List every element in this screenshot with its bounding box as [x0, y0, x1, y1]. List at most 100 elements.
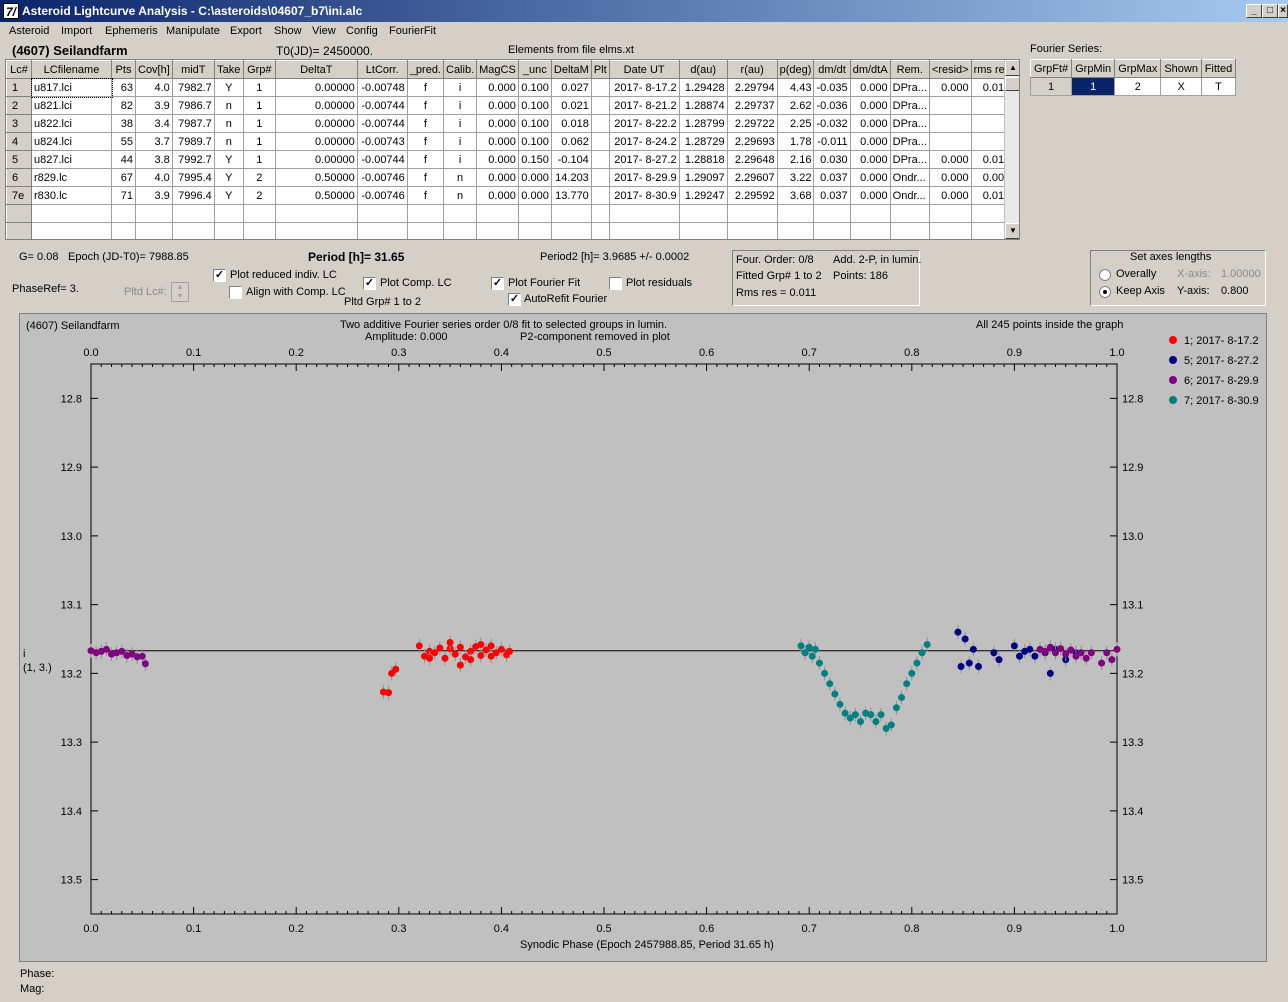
- table-cell[interactable]: [550, 204, 592, 223]
- table-cell[interactable]: 0.000: [476, 96, 519, 115]
- table-cell[interactable]: [928, 204, 972, 223]
- table-cell[interactable]: 0.100: [517, 114, 552, 133]
- table-row[interactable]: 7e r830.lc 71 3.9 7996.4 Y 2 0.50000 -0.00746 f n 0…: [6, 186, 1014, 205]
- table-cell[interactable]: [678, 222, 728, 239]
- table-cell[interactable]: 0.100: [517, 96, 552, 115]
- table-cell[interactable]: [590, 78, 610, 97]
- table-cell[interactable]: -0.00743: [356, 132, 408, 151]
- column-header[interactable]: Lc#: [6, 60, 32, 79]
- table-cell[interactable]: -0.00744: [356, 96, 408, 115]
- table-cell[interactable]: 0.000: [476, 168, 519, 187]
- table-cell[interactable]: [242, 222, 276, 239]
- plot-fourier-checkbox[interactable]: ✓: [491, 277, 504, 290]
- table-cell[interactable]: f: [406, 132, 445, 151]
- column-header[interactable]: Grp#: [242, 60, 276, 79]
- table-cell[interactable]: 2: [242, 186, 276, 205]
- table-cell[interactable]: 2017- 8-22.2: [608, 114, 680, 133]
- table-cell[interactable]: u827.lci: [31, 150, 112, 169]
- table-cell[interactable]: Y: [213, 168, 244, 187]
- menu-show[interactable]: Show: [274, 25, 302, 37]
- table-cell[interactable]: 2017- 8-27.2: [608, 150, 680, 169]
- table-cell[interactable]: 63: [111, 78, 136, 97]
- table-cell[interactable]: 0.000: [849, 114, 891, 133]
- table-cell[interactable]: 1.78: [776, 132, 815, 151]
- x-axis-value[interactable]: 1.00000: [1221, 268, 1261, 280]
- table-cell[interactable]: 1: [242, 114, 276, 133]
- menu-ephemeris[interactable]: Ephemeris: [105, 25, 158, 37]
- table-cell[interactable]: [726, 204, 778, 223]
- scroll-up-icon[interactable]: ▲: [1005, 60, 1019, 76]
- table-cell[interactable]: 7987.7: [171, 114, 215, 133]
- plot-reduced-checkbox[interactable]: ✓: [213, 269, 226, 282]
- table-cell[interactable]: n: [213, 132, 244, 151]
- table-cell[interactable]: 0.50000: [274, 168, 358, 187]
- table-cell[interactable]: 1: [242, 78, 276, 97]
- keep-axis-radio[interactable]: [1099, 286, 1111, 298]
- table-cell[interactable]: [356, 222, 408, 239]
- table-cell[interactable]: 0.037: [813, 168, 851, 187]
- table-cell[interactable]: 2.25: [776, 114, 815, 133]
- table-cell[interactable]: 2017- 8-29.9: [608, 168, 680, 187]
- table-cell[interactable]: 38: [111, 114, 136, 133]
- table-cell[interactable]: Ondr...: [889, 168, 930, 187]
- menu-import[interactable]: Import: [61, 25, 92, 37]
- column-header[interactable]: LtCorr.: [356, 60, 408, 79]
- column-header[interactable]: Take: [213, 60, 244, 79]
- table-cell[interactable]: 7989.7: [171, 132, 215, 151]
- table-cell[interactable]: 0.021: [550, 96, 592, 115]
- table-cell[interactable]: [608, 204, 680, 223]
- table-cell[interactable]: 82: [111, 96, 136, 115]
- table-cell[interactable]: 0.000: [476, 186, 519, 205]
- column-header[interactable]: Pts: [111, 60, 136, 79]
- table-cell[interactable]: 4.0: [135, 78, 173, 97]
- table-cell[interactable]: DPra...: [889, 114, 930, 133]
- table-cell[interactable]: -0.00748: [356, 78, 408, 97]
- table-cell[interactable]: 3.68: [776, 186, 815, 205]
- table-cell[interactable]: u821.lci: [31, 96, 112, 115]
- table-cell[interactable]: 0.000: [849, 150, 891, 169]
- table-cell[interactable]: DPra...: [889, 132, 930, 151]
- column-header[interactable]: LCfilename: [31, 60, 112, 79]
- overally-radio[interactable]: [1099, 269, 1111, 281]
- table-cell[interactable]: [889, 222, 930, 239]
- table-cell[interactable]: [776, 204, 815, 223]
- table-cell[interactable]: 0.062: [550, 132, 592, 151]
- menu-manipulate[interactable]: Manipulate: [166, 25, 220, 37]
- table-row[interactable]: 5 u827.lci 44 3.8 7992.7 Y 1 0.00000 -0.00744 f i 0…: [6, 150, 1014, 169]
- table-cell[interactable]: [406, 222, 445, 239]
- table-cell[interactable]: 2.29607: [726, 168, 778, 187]
- column-header[interactable]: d(au): [678, 60, 728, 79]
- table-cell[interactable]: 3.9: [135, 96, 173, 115]
- menu-asteroid[interactable]: Asteroid: [9, 25, 49, 37]
- table-cell[interactable]: [213, 222, 244, 239]
- column-header[interactable]: DeltaT: [274, 60, 358, 79]
- column-header[interactable]: MagCS: [476, 60, 519, 79]
- table-cell[interactable]: [928, 132, 972, 151]
- table-cell[interactable]: 0.000: [849, 96, 891, 115]
- table-cell[interactable]: [517, 204, 552, 223]
- table-cell[interactable]: f: [406, 96, 445, 115]
- table-cell[interactable]: f: [406, 114, 445, 133]
- table-cell[interactable]: f: [406, 186, 445, 205]
- fourier-cell[interactable]: 2: [1114, 77, 1162, 96]
- fourier-cell[interactable]: 1: [1029, 77, 1073, 96]
- menu-fourierfit[interactable]: FourierFit: [389, 25, 436, 37]
- table-cell[interactable]: [356, 204, 408, 223]
- column-header[interactable]: dm/dt: [813, 60, 851, 79]
- table-cell[interactable]: 3.4: [135, 114, 173, 133]
- table-cell[interactable]: [171, 222, 215, 239]
- row-header[interactable]: 2: [6, 96, 32, 115]
- table-cell[interactable]: 0.037: [813, 186, 851, 205]
- table-cell[interactable]: 0.018: [550, 114, 592, 133]
- table-cell[interactable]: Y: [213, 186, 244, 205]
- row-header[interactable]: [6, 204, 32, 223]
- table-row[interactable]: [6, 222, 1014, 239]
- table-cell[interactable]: [476, 204, 519, 223]
- table-cell[interactable]: f: [406, 168, 445, 187]
- table-cell[interactable]: 2017- 8-21.2: [608, 96, 680, 115]
- table-cell[interactable]: 0.000: [517, 186, 552, 205]
- table-cell[interactable]: -0.032: [813, 114, 851, 133]
- row-header[interactable]: 7e: [6, 186, 32, 205]
- table-cell[interactable]: 1.28874: [678, 96, 728, 115]
- table-cell[interactable]: 7996.4: [171, 186, 215, 205]
